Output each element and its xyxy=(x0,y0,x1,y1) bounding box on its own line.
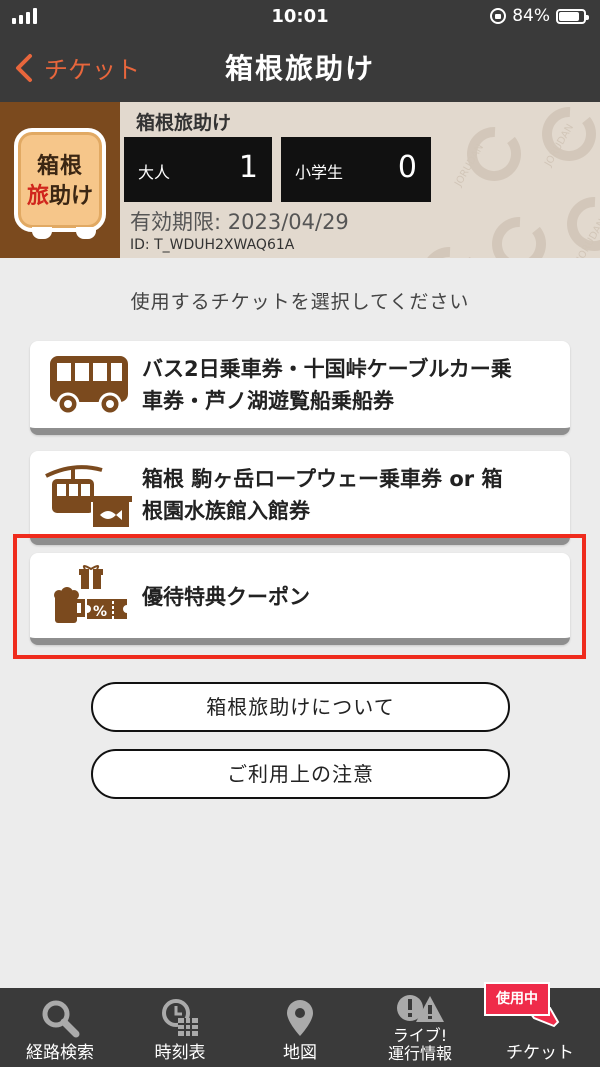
option-ropeway-aquarium[interactable]: 箱根 駒ヶ岳ロープウェー乗車券 or 箱 根園水族館入館券 xyxy=(30,451,570,545)
tab-label: チケット xyxy=(506,1043,574,1063)
tab-label: 時刻表 xyxy=(154,1043,206,1063)
battery-icon xyxy=(556,8,589,24)
select-ticket-prompt: 使用するチケットを選択してください xyxy=(130,291,470,313)
adult-label: 大人 xyxy=(138,163,171,182)
option-label-line2: 根園水族館入館券 xyxy=(142,499,310,523)
rotation-lock-icon xyxy=(490,8,507,24)
option-label-line1: バス2日乗車券・十国峠ケーブルカー乗 xyxy=(142,357,512,381)
option-bus-cable-boat[interactable]: バス2日乗車券・十国峠ケーブルカー乗 車券・芦ノ湖遊覧船乗船券 xyxy=(30,341,570,435)
page-title: 箱根旅助け xyxy=(224,52,375,85)
top-bar: 10:01 84% チケット 箱根旅助け xyxy=(0,0,600,102)
ropeway-aquarium-icon xyxy=(45,464,132,529)
battery-percent: 84% xyxy=(512,6,550,26)
tab-map[interactable]: 地図 xyxy=(240,988,360,1067)
tab-label-line2: 運行情報 xyxy=(387,1044,452,1063)
hakone-tabidasuke-logo: 箱根 旅助け xyxy=(14,128,106,239)
about-button[interactable]: 箱根旅助けについて xyxy=(91,682,510,732)
tab-live-info[interactable]: ライブ! 運行情報 xyxy=(360,988,480,1067)
tab-label: 地図 xyxy=(283,1043,317,1063)
tab-timetable[interactable]: 時刻表 xyxy=(120,988,240,1067)
map-pin-icon xyxy=(287,1000,313,1036)
tab-bar: 経路検索 時刻表 地図 ライブ! 運行情報 チケット 使用中 xyxy=(0,982,600,1067)
highlight-frame xyxy=(13,534,586,659)
tab-label-line1: ライブ! xyxy=(392,1026,448,1045)
timetable-icon xyxy=(162,999,198,1036)
adult-count-box: 大人 1 xyxy=(124,137,272,202)
navigation-bar: チケット 箱根旅助け xyxy=(0,34,600,102)
status-bar: 10:01 84% xyxy=(0,0,600,34)
alert-icon xyxy=(397,995,444,1022)
ticket-name: 箱根旅助け xyxy=(136,112,232,134)
tab-route-search[interactable]: 経路検索 xyxy=(0,988,120,1067)
option-label-line2: 車券・芦ノ湖遊覧船乗船券 xyxy=(142,389,394,413)
usage-notes-button[interactable]: ご利用上の注意 xyxy=(91,749,510,799)
child-count: 0 xyxy=(397,150,417,185)
child-label: 小学生 xyxy=(295,163,344,182)
bus-icon xyxy=(50,355,128,415)
adult-count: 1 xyxy=(238,150,258,185)
tab-label: 経路検索 xyxy=(26,1043,94,1063)
search-icon xyxy=(42,1000,80,1038)
ticket-id: ID: T_WDUH2XWAQ61A xyxy=(130,237,295,253)
ticket-header: JORUDAN JORUDAN JORUDAN 箱根 旅助け 箱根旅助け 大人 … xyxy=(0,102,600,258)
child-count-box: 小学生 0 xyxy=(281,137,431,202)
option-label-line1: 箱根 駒ヶ岳ロープウェー乗車券 or 箱 xyxy=(142,467,503,491)
in-use-badge: 使用中 xyxy=(484,982,550,1016)
expiry-date: 有効期限: 2023/04/29 xyxy=(130,210,349,234)
